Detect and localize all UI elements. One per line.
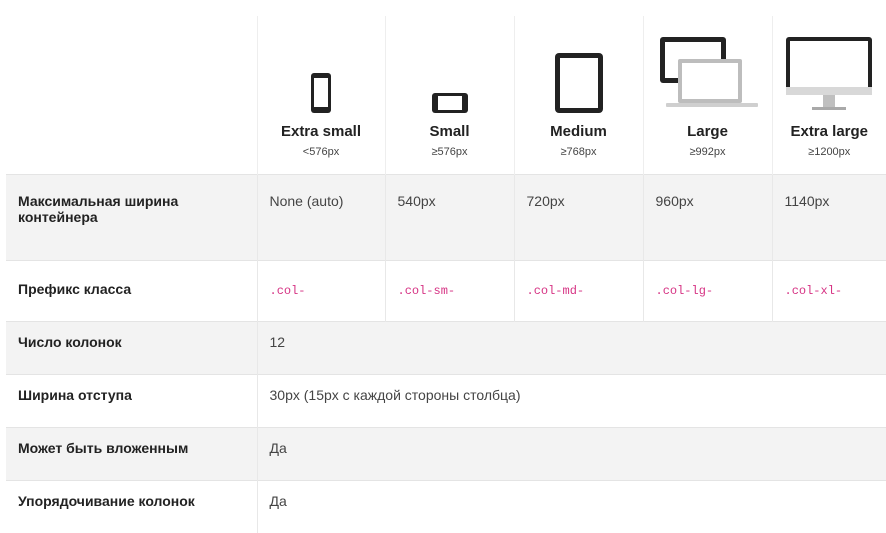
desktop-monitor-icon bbox=[784, 35, 874, 115]
table-cell: Да bbox=[257, 428, 886, 481]
table-row-class-prefix: Префикс класса .col- .col-sm- .col-md- .… bbox=[6, 261, 886, 322]
table-cell: .col-lg- bbox=[643, 261, 772, 322]
class-prefix-code: .col-xl- bbox=[785, 284, 843, 298]
device-title: Extra large bbox=[773, 123, 886, 140]
device-breakpoint: ≥1200px bbox=[773, 146, 886, 158]
row-header: Число колонок bbox=[6, 322, 257, 375]
table-cell: None (auto) bbox=[257, 175, 385, 261]
table-cell: .col-md- bbox=[514, 261, 643, 322]
table-header-row: Extra small <576px Small ≥576px Medium ≥… bbox=[6, 16, 886, 175]
row-header: Максимальная ширина контейнера bbox=[6, 175, 257, 261]
device-breakpoint: ≥992px bbox=[644, 146, 772, 158]
phone-landscape-icon bbox=[430, 91, 470, 115]
class-prefix-code: .col-sm- bbox=[398, 284, 456, 298]
device-breakpoint: <576px bbox=[258, 146, 385, 158]
row-header: Может быть вложенным bbox=[6, 428, 257, 481]
table-cell: 720px bbox=[514, 175, 643, 261]
device-breakpoint: ≥576px bbox=[386, 146, 514, 158]
laptop-icon bbox=[656, 35, 760, 115]
table-cell: 1140px bbox=[772, 175, 886, 261]
row-header: Префикс класса bbox=[6, 261, 257, 322]
class-prefix-code: .col-md- bbox=[527, 284, 585, 298]
table-cell: .col-sm- bbox=[385, 261, 514, 322]
table-row-nestable: Может быть вложенным Да bbox=[6, 428, 886, 481]
grid-options-table: Extra small <576px Small ≥576px Medium ≥… bbox=[6, 16, 886, 533]
table-cell: 960px bbox=[643, 175, 772, 261]
row-header: Ширина отступа bbox=[6, 375, 257, 428]
header-extra-small: Extra small <576px bbox=[257, 16, 385, 175]
device-title: Medium bbox=[515, 123, 643, 140]
header-small: Small ≥576px bbox=[385, 16, 514, 175]
table-cell: .col-xl- bbox=[772, 261, 886, 322]
table-row-gutter: Ширина отступа 30px (15px с каждой сторо… bbox=[6, 375, 886, 428]
device-title: Extra small bbox=[258, 123, 385, 140]
class-prefix-code: .col- bbox=[270, 284, 306, 298]
table-row-max-width: Максимальная ширина контейнера None (aut… bbox=[6, 175, 886, 261]
tablet-icon bbox=[552, 51, 606, 115]
header-extra-large: Extra large ≥1200px bbox=[772, 16, 886, 175]
table-cell: .col- bbox=[257, 261, 385, 322]
table-cell: 30px (15px с каждой стороны столбца) bbox=[257, 375, 886, 428]
device-title: Small bbox=[386, 123, 514, 140]
class-prefix-code: .col-lg- bbox=[656, 284, 714, 298]
phone-portrait-icon bbox=[309, 71, 333, 115]
table-cell: 12 bbox=[257, 322, 886, 375]
header-medium: Medium ≥768px bbox=[514, 16, 643, 175]
table-cell: 540px bbox=[385, 175, 514, 261]
header-empty-cell bbox=[6, 16, 257, 175]
header-large: Large ≥992px bbox=[643, 16, 772, 175]
table-row-columns: Число колонок 12 bbox=[6, 322, 886, 375]
device-breakpoint: ≥768px bbox=[515, 146, 643, 158]
device-title: Large bbox=[644, 123, 772, 140]
